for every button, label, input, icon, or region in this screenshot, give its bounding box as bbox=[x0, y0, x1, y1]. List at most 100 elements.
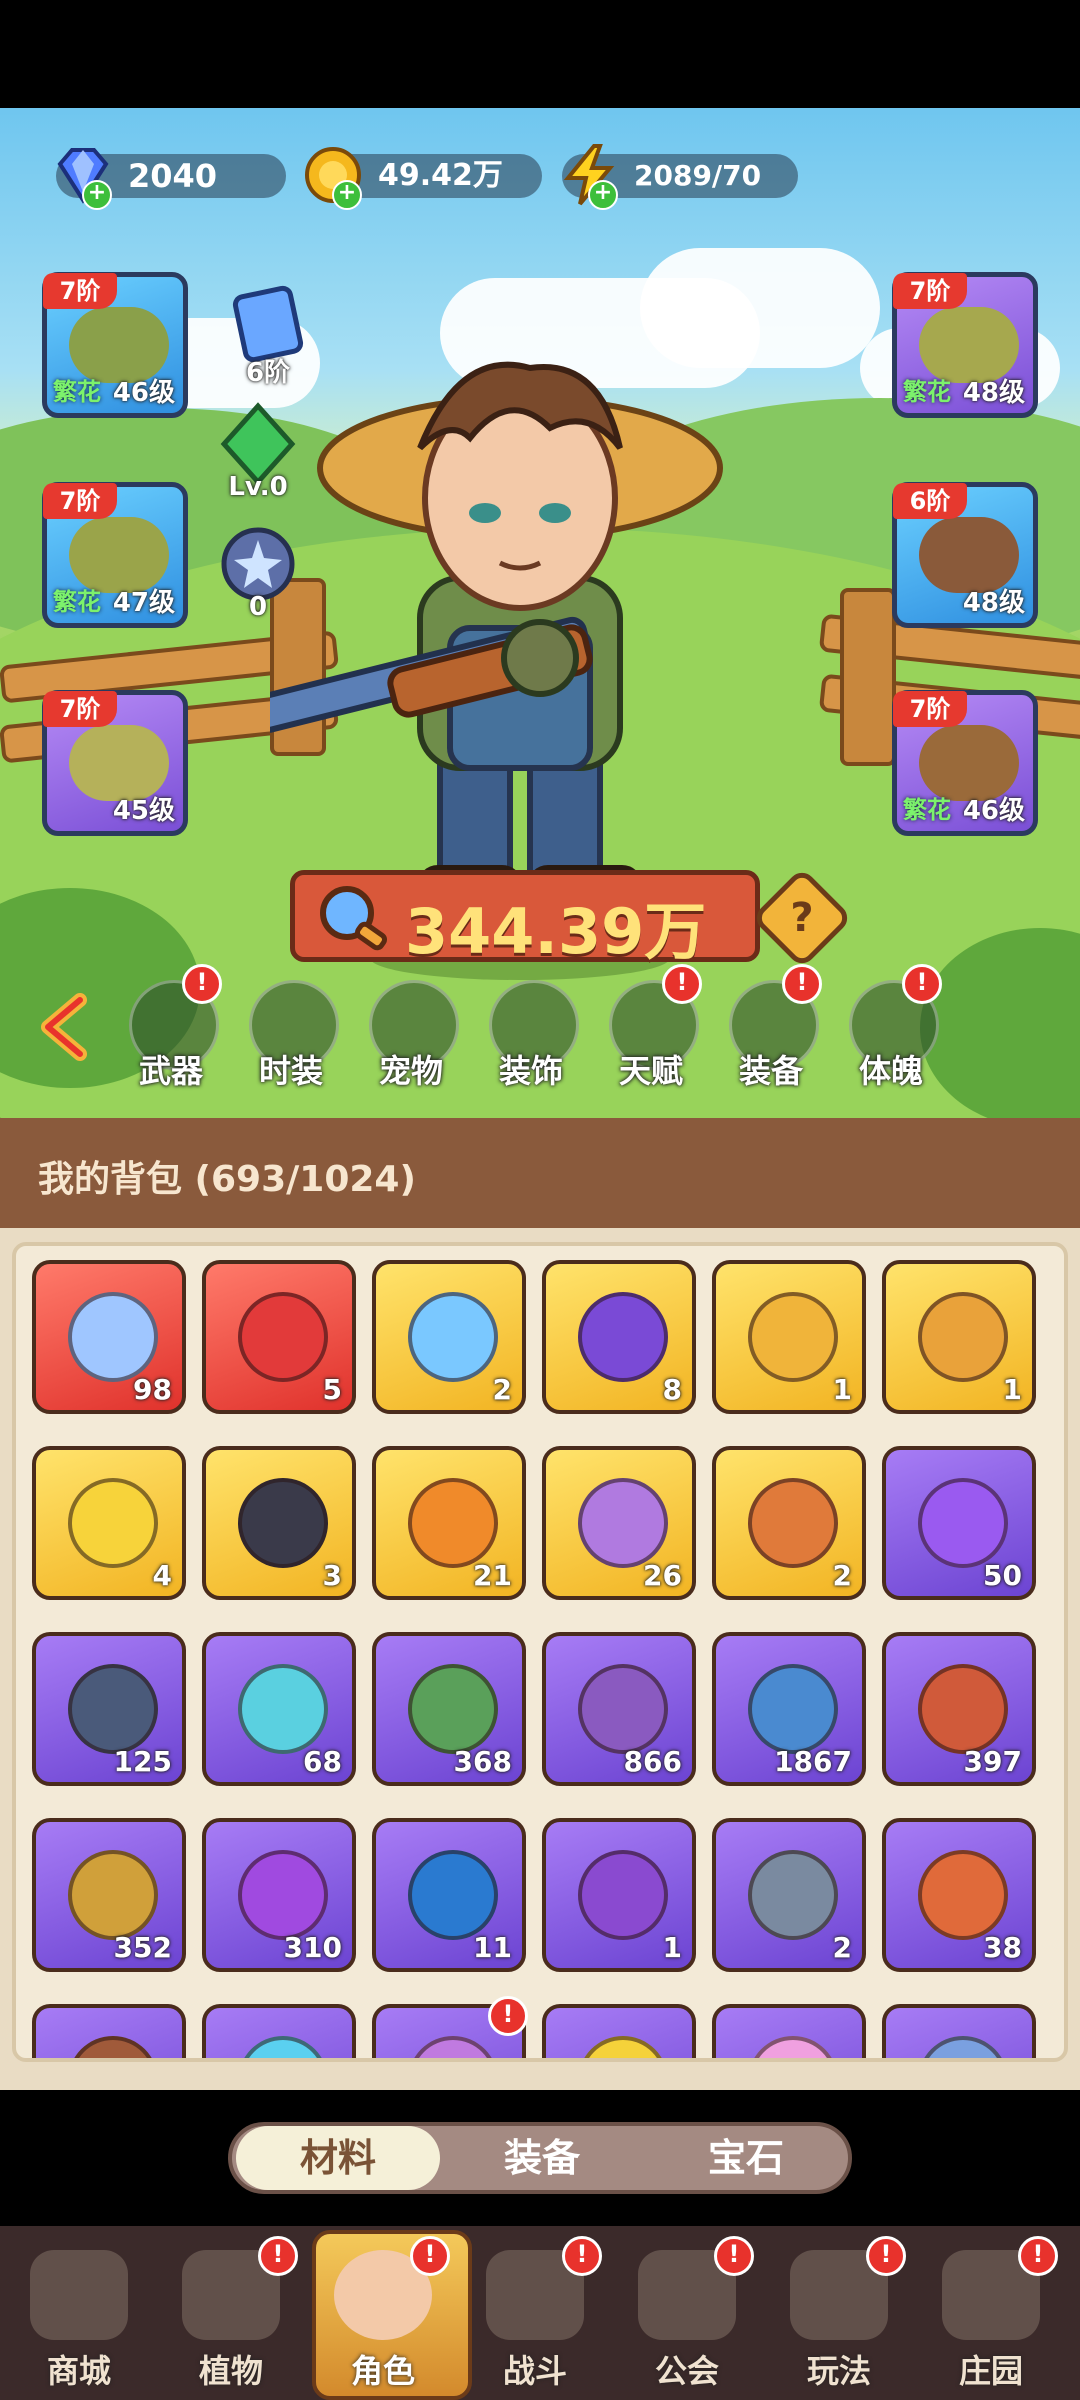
puzzle-icon bbox=[238, 2036, 328, 2058]
bag-item[interactable] bbox=[712, 2004, 866, 2058]
status-bar bbox=[0, 0, 1080, 108]
energy-counter[interactable]: + 2089/70 bbox=[562, 144, 798, 210]
menu-weapon[interactable]: ! 武器 bbox=[116, 964, 226, 1092]
purple-scroll-icon bbox=[578, 1664, 668, 1754]
bag-item[interactable] bbox=[542, 2004, 696, 2058]
nav-label: 玩法 bbox=[806, 2352, 871, 2390]
tier-badge: 7阶 bbox=[43, 483, 117, 519]
equip-slot-gloves[interactable]: 7阶 繁花 47级 bbox=[42, 482, 188, 628]
bag-item[interactable]: 1 bbox=[882, 1260, 1036, 1414]
nav-item[interactable]: 角色! bbox=[312, 2236, 454, 2392]
red-scroll-icon bbox=[918, 1664, 1008, 1754]
bag-item[interactable]: 125 bbox=[32, 1632, 186, 1786]
bag-item[interactable]: 352 bbox=[32, 1818, 186, 1972]
tab-materials[interactable]: 材料 bbox=[236, 2126, 440, 2190]
menu-pet[interactable]: 宠物 bbox=[356, 972, 466, 1092]
blue-leaf-icon bbox=[238, 1664, 328, 1754]
equip-slot-belt[interactable]: 6阶 48级 bbox=[892, 482, 1038, 628]
item-count: 368 bbox=[453, 1745, 512, 1778]
bag-item[interactable]: 3 bbox=[202, 1446, 356, 1600]
shop-icon bbox=[30, 2250, 128, 2340]
mini-card-item[interactable]: 6阶 bbox=[218, 282, 318, 392]
gem-counter[interactable]: + 2040 bbox=[56, 148, 286, 210]
bag-item[interactable]: 38 bbox=[882, 1818, 1036, 1972]
bottom-nav: 商城 植物! 角色! 战斗! 公会! 玩法! 庄园! bbox=[0, 2226, 1080, 2400]
tab-equipment[interactable]: 装备 bbox=[440, 2126, 644, 2190]
alert-badge: ! bbox=[182, 964, 222, 1004]
crystal-star-icon bbox=[68, 1292, 158, 1382]
bag-item[interactable]: 310 bbox=[202, 1818, 356, 1972]
item-count: 8 bbox=[662, 1373, 682, 1406]
bag-item[interactable]: 50 bbox=[882, 1446, 1036, 1600]
item-count: 5 bbox=[322, 1373, 342, 1406]
add-energy-icon[interactable]: + bbox=[588, 180, 618, 210]
bag-item[interactable] bbox=[882, 2004, 1036, 2058]
bag-item[interactable]: 98 bbox=[32, 1260, 186, 1414]
level-label: 48级 bbox=[962, 378, 1025, 408]
bag-header: 我的背包 (693/1024) bbox=[0, 1118, 1080, 1228]
alert-badge: ! bbox=[488, 1996, 528, 2036]
item-count: 310 bbox=[283, 1931, 342, 1964]
item-count: 1867 bbox=[774, 1745, 852, 1778]
bag-item[interactable]: 397 bbox=[882, 1632, 1036, 1786]
add-gems-icon[interactable]: + bbox=[82, 180, 112, 210]
bag-item[interactable]: 5 bbox=[202, 1260, 356, 1414]
bag-item[interactable]: 2 bbox=[712, 1818, 866, 1972]
bag-grid[interactable]: 98 5 2 8 1 1 4 3 21 26 2 50 125 68 368 866 1867 397 352 310… bbox=[12, 1242, 1068, 2062]
menu-equipment[interactable]: ! 装备 bbox=[716, 964, 826, 1092]
alert-badge: ! bbox=[782, 964, 822, 1004]
bag-item[interactable]: 8 bbox=[542, 1260, 696, 1414]
bag-item[interactable]: 2 bbox=[712, 1446, 866, 1600]
nav-item[interactable]: 商城 bbox=[8, 2242, 150, 2392]
bag-item[interactable]: 1 bbox=[542, 1818, 696, 1972]
alert-badge: ! bbox=[902, 964, 942, 1004]
bag-item[interactable]: 21 bbox=[372, 1446, 526, 1600]
collapse-button[interactable] bbox=[30, 992, 100, 1062]
bag-item[interactable]: 368 bbox=[372, 1632, 526, 1786]
menu-decoration[interactable]: 装饰 bbox=[476, 972, 586, 1092]
bag-item[interactable]: 4 bbox=[32, 1446, 186, 1600]
rune-stone-icon bbox=[238, 1478, 328, 1568]
item-count: 1 bbox=[662, 1931, 682, 1964]
bag-item[interactable] bbox=[202, 2004, 356, 2058]
menu-talent[interactable]: ! 天赋 bbox=[596, 964, 706, 1092]
mini-label: Lv.0 bbox=[228, 472, 288, 502]
bag-item[interactable]: 2 bbox=[372, 1260, 526, 1414]
equip-slot-pants[interactable]: 7阶 45级 bbox=[42, 690, 188, 836]
equip-slot-hat[interactable]: 7阶 繁花 46级 bbox=[42, 272, 188, 418]
lightning-badge-icon bbox=[68, 1664, 158, 1754]
level-label: 48级 bbox=[962, 588, 1025, 618]
bag-item[interactable] bbox=[32, 2004, 186, 2058]
nav-item[interactable]: 战斗! bbox=[464, 2236, 606, 2392]
bag-item[interactable]: 1 bbox=[712, 1260, 866, 1414]
nav-item[interactable]: 公会! bbox=[616, 2236, 758, 2392]
add-gold-icon[interactable]: + bbox=[332, 180, 362, 210]
water-drop-icon bbox=[408, 1292, 498, 1382]
item-count: 1 bbox=[1002, 1373, 1022, 1406]
tier-badge: 6阶 bbox=[893, 483, 967, 519]
nav-item[interactable]: 植物! bbox=[160, 2236, 302, 2392]
alert-badge: ! bbox=[714, 2236, 754, 2276]
nav-item[interactable]: 玩法! bbox=[768, 2236, 910, 2392]
bag-panel: 98 5 2 8 1 1 4 3 21 26 2 50 125 68 368 866 1867 397 352 310… bbox=[0, 1228, 1080, 2090]
nav-item[interactable]: 庄园! bbox=[920, 2236, 1062, 2392]
purple-potion-icon bbox=[238, 1850, 328, 1940]
spell-book-icon bbox=[578, 1478, 668, 1568]
bag-item[interactable]: 11 bbox=[372, 1818, 526, 1972]
item-count: 352 bbox=[113, 1931, 172, 1964]
bag-item[interactable]: 866 bbox=[542, 1632, 696, 1786]
menu-physique[interactable]: ! 体魄 bbox=[836, 964, 946, 1092]
bag-item[interactable]: ! bbox=[372, 1996, 528, 2058]
bag-item[interactable]: 26 bbox=[542, 1446, 696, 1600]
gold-counter[interactable]: + 49.42万 bbox=[305, 147, 542, 210]
alert-badge: ! bbox=[866, 2236, 906, 2276]
menu-costume[interactable]: 时装 bbox=[236, 972, 346, 1092]
equip-slot-shirt[interactable]: 7阶 繁花 48级 bbox=[892, 272, 1038, 418]
bag-item[interactable]: 1867 bbox=[712, 1632, 866, 1786]
mini-crystal-item[interactable]: Lv.0 bbox=[208, 402, 308, 512]
bag-item[interactable]: 68 bbox=[202, 1632, 356, 1786]
gold-key-icon bbox=[748, 1292, 838, 1382]
tab-gems[interactable]: 宝石 bbox=[644, 2126, 848, 2190]
mini-orb-item[interactable]: 0 bbox=[208, 522, 308, 632]
equip-slot-boots[interactable]: 7阶 繁花 46级 bbox=[892, 690, 1038, 836]
